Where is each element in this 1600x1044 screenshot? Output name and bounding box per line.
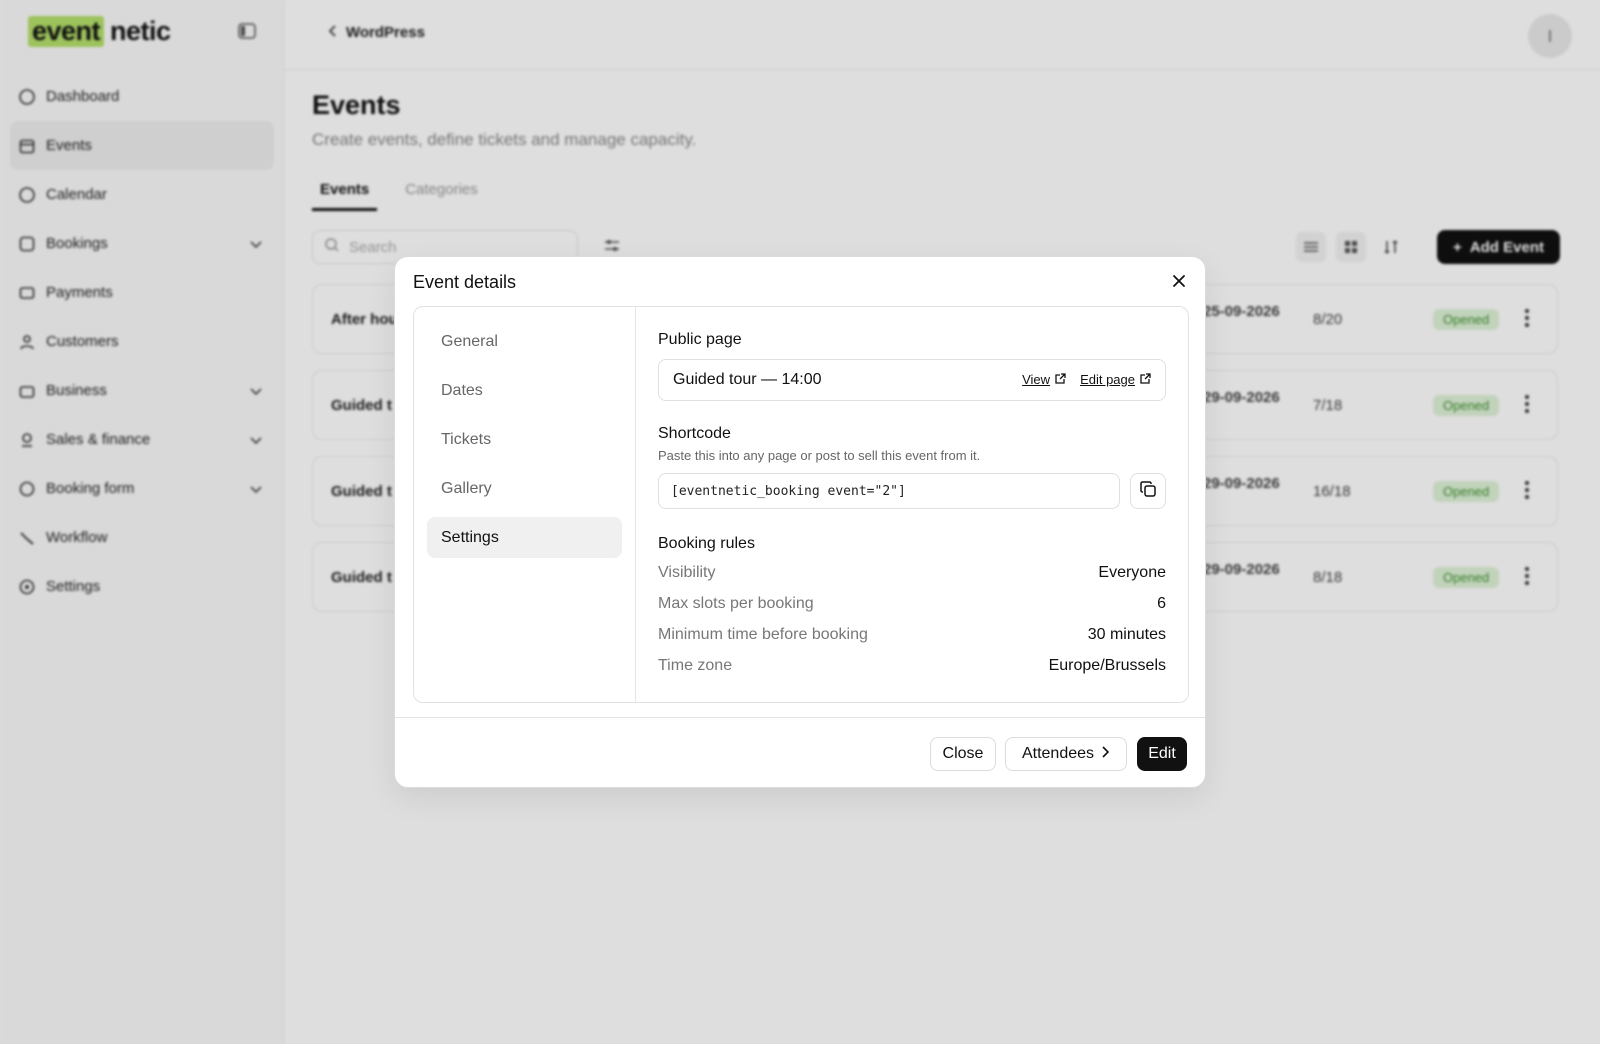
shortcode-heading: Shortcode <box>658 425 731 442</box>
view-link[interactable]: View <box>1022 372 1066 387</box>
edit-page-link[interactable]: Edit page <box>1080 372 1151 387</box>
external-link-icon <box>1055 372 1066 387</box>
nav-tickets[interactable]: Tickets <box>427 419 622 460</box>
public-page-heading: Public page <box>658 331 742 348</box>
external-link-icon <box>1140 372 1151 387</box>
rule-min-time: Minimum time before booking 30 minutes <box>658 625 1166 643</box>
rule-time-zone: Time zone Europe/Brussels <box>658 656 1166 674</box>
shortcode-row: [eventnetic_booking event="2"] <box>658 473 1166 509</box>
copy-button[interactable] <box>1130 473 1166 509</box>
public-page-name: Guided tour — 14:00 <box>673 371 822 388</box>
modal-footer: Close Attendees Edit <box>395 717 1205 787</box>
event-details-modal: Event details General Dates Tickets Gall… <box>394 256 1206 788</box>
nav-gallery[interactable]: Gallery <box>427 468 622 509</box>
chevron-right-icon <box>1102 745 1110 763</box>
nav-general[interactable]: General <box>427 321 622 362</box>
rule-visibility: Visibility Everyone <box>658 563 1166 581</box>
nav-dates[interactable]: Dates <box>427 370 622 411</box>
booking-rules-heading: Booking rules <box>658 535 755 552</box>
copy-icon <box>1140 480 1156 502</box>
modal-section-nav: General Dates Tickets Gallery Settings <box>414 307 636 702</box>
modal-title: Event details <box>413 272 517 292</box>
shortcode-help: Paste this into any page or post to sell… <box>658 448 981 463</box>
shortcode-field[interactable]: [eventnetic_booking event="2"] <box>658 473 1120 509</box>
nav-settings[interactable]: Settings <box>427 517 622 558</box>
attendees-button[interactable]: Attendees <box>1005 737 1127 771</box>
rule-max-slots: Max slots per booking 6 <box>658 594 1166 612</box>
close-icon[interactable] <box>1169 271 1189 291</box>
public-page-box: Guided tour — 14:00 View Edit page <box>658 359 1166 401</box>
edit-button[interactable]: Edit <box>1137 737 1187 771</box>
close-button[interactable]: Close <box>930 737 996 771</box>
settings-panel: Public page Guided tour — 14:00 View Edi… <box>636 307 1188 702</box>
public-page-links: View Edit page <box>1022 372 1151 387</box>
modal-body: General Dates Tickets Gallery Settings P… <box>413 306 1189 703</box>
